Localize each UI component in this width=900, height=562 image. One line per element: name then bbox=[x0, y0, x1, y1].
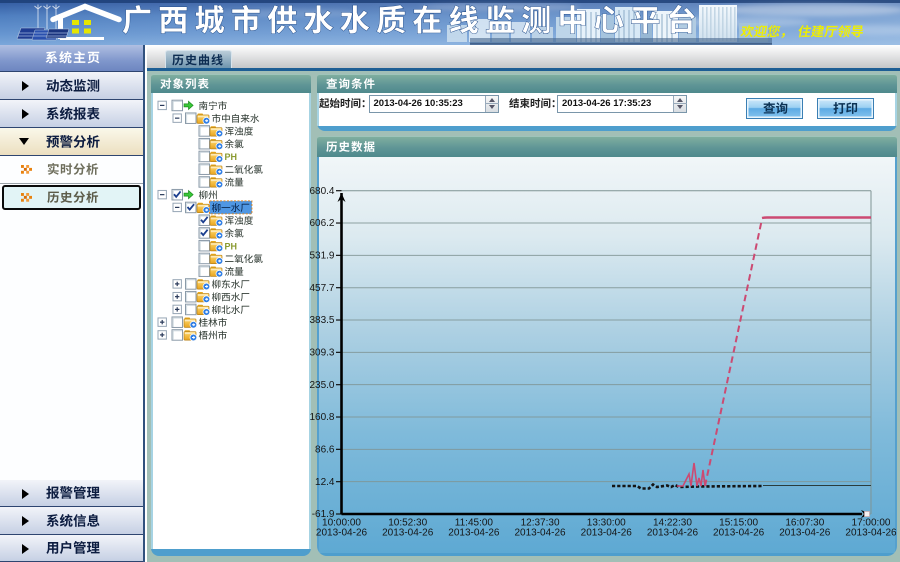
svg-text:2013-04-26: 2013-04-26 bbox=[713, 528, 765, 539]
svg-text:2013-04-26: 2013-04-26 bbox=[316, 528, 368, 539]
svg-text:235.0: 235.0 bbox=[309, 380, 334, 391]
svg-text:2013-04-26: 2013-04-26 bbox=[581, 528, 633, 539]
svg-text:2013-04-26: 2013-04-26 bbox=[779, 528, 831, 539]
svg-text:2013-04-26: 2013-04-26 bbox=[382, 528, 434, 539]
svg-text:160.8: 160.8 bbox=[309, 412, 334, 423]
svg-text:86.6: 86.6 bbox=[315, 445, 335, 456]
svg-text:2013-04-26: 2013-04-26 bbox=[514, 528, 566, 539]
svg-text:PH: PH bbox=[225, 241, 238, 251]
svg-text:PH: PH bbox=[225, 152, 238, 162]
svg-text:12.4: 12.4 bbox=[315, 477, 335, 488]
svg-text:309.3: 309.3 bbox=[309, 348, 334, 359]
svg-text:531.9: 531.9 bbox=[309, 251, 334, 262]
svg-text:2013-04-26: 2013-04-26 bbox=[448, 528, 500, 539]
svg-text:383.5: 383.5 bbox=[309, 315, 334, 326]
svg-text:2013-04-26: 2013-04-26 bbox=[647, 528, 699, 539]
svg-text:457.7: 457.7 bbox=[309, 283, 334, 294]
svg-text:680.4: 680.4 bbox=[309, 186, 334, 197]
svg-text:2013-04-26: 2013-04-26 bbox=[845, 528, 897, 539]
svg-text:606.2: 606.2 bbox=[309, 218, 334, 229]
